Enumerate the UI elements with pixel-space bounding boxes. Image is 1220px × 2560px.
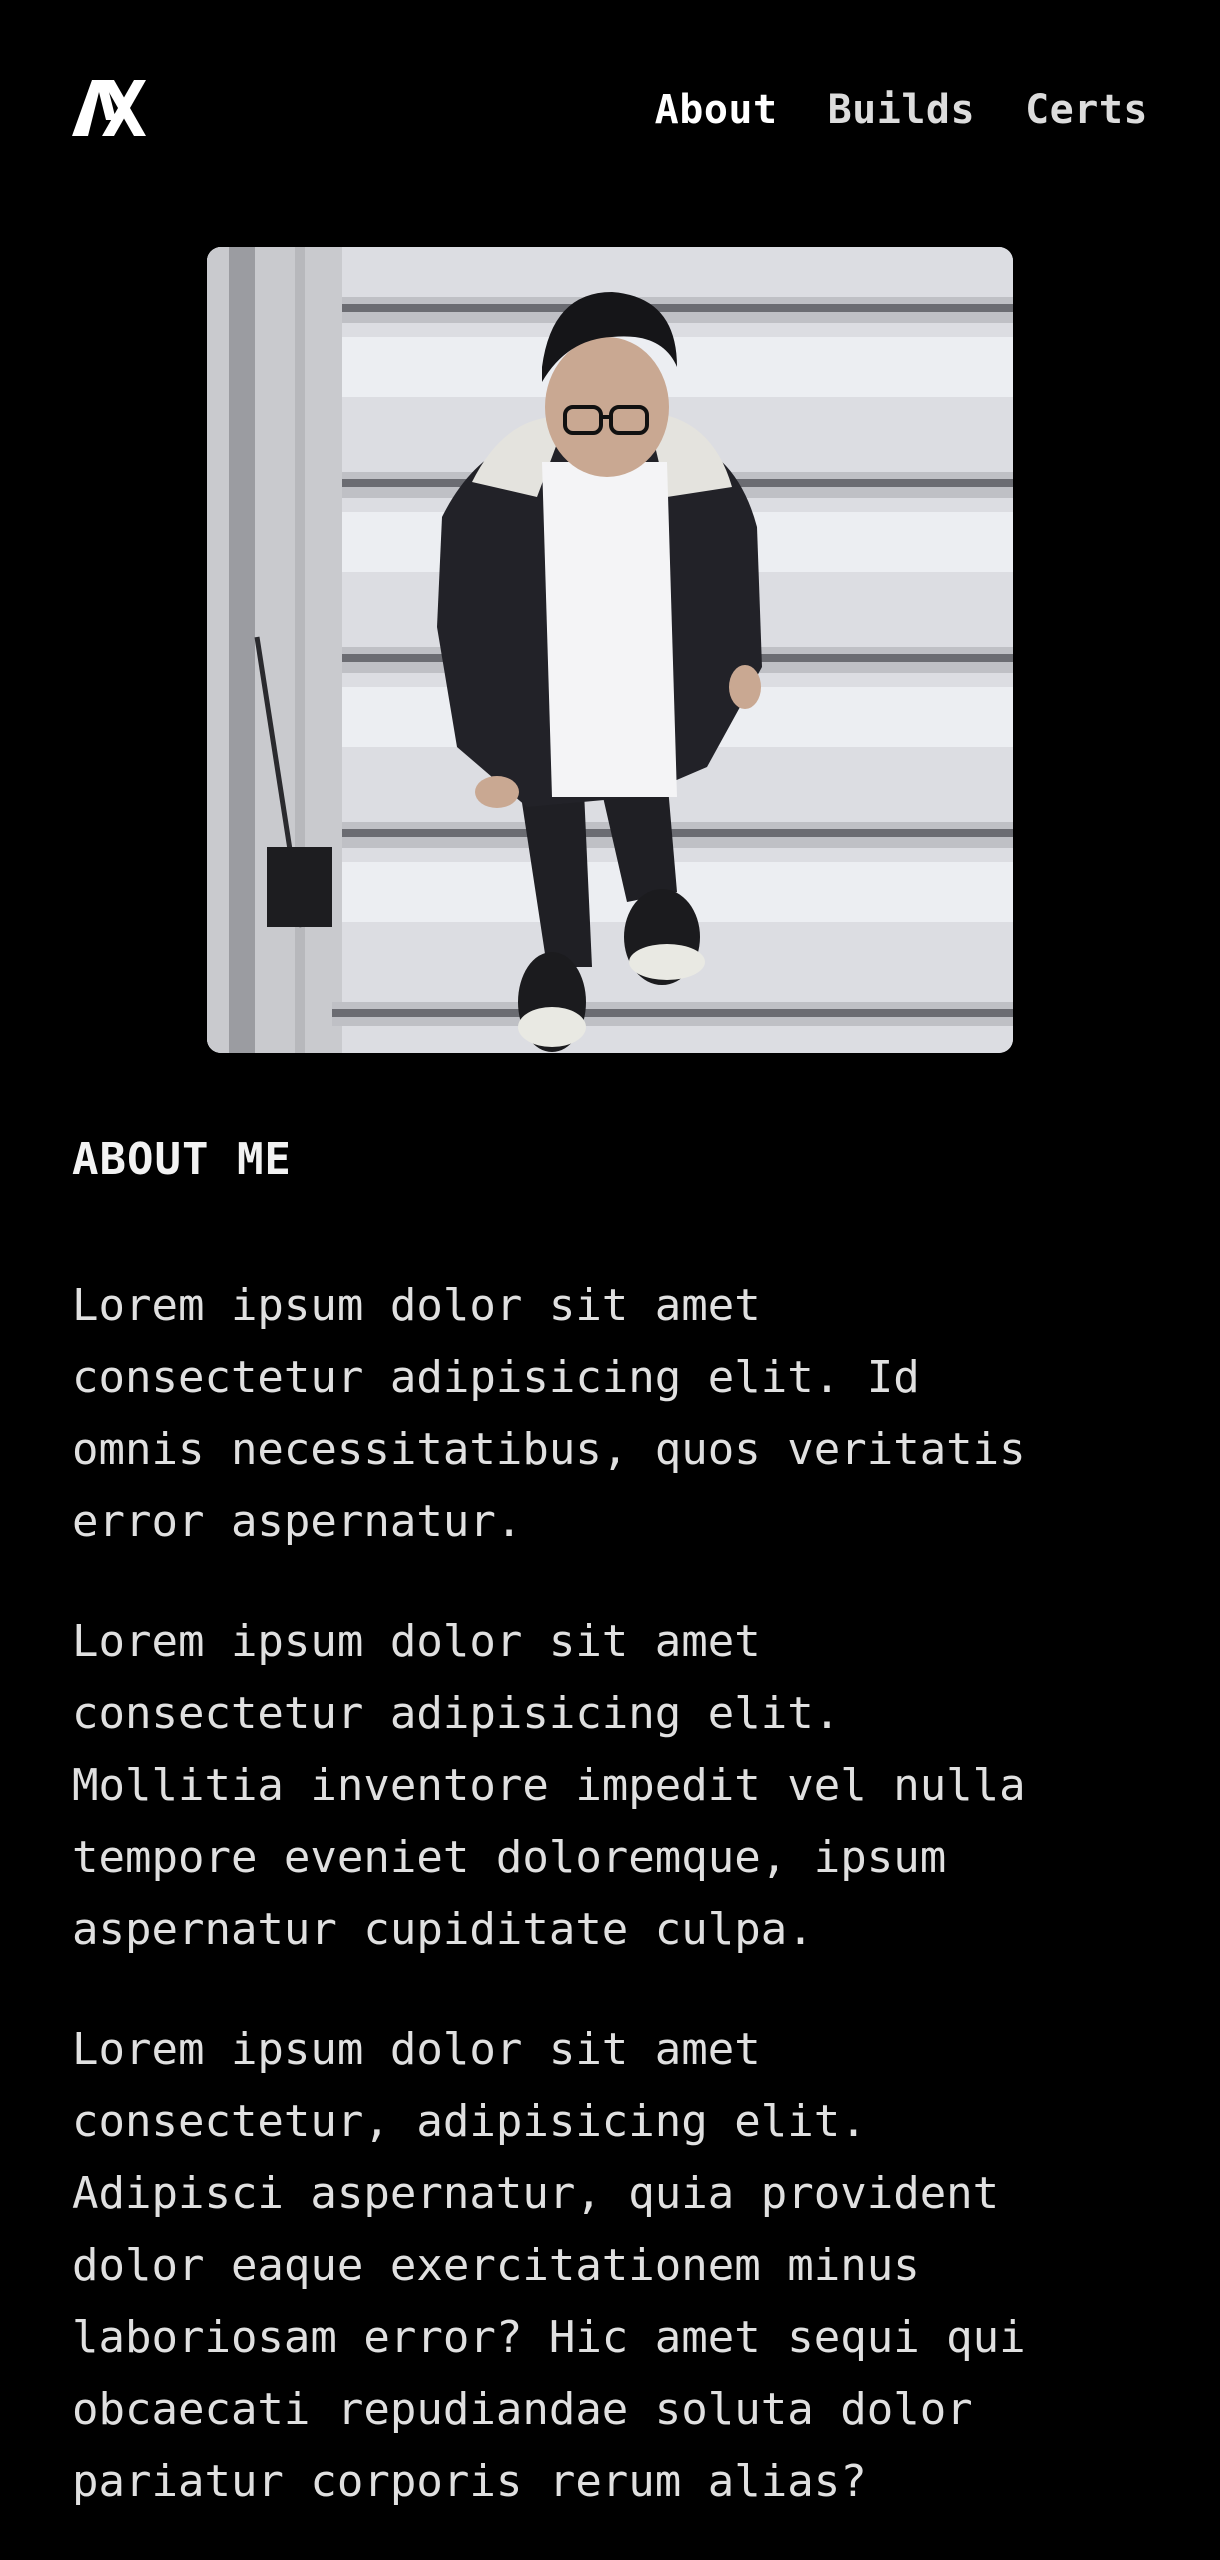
home-logo-link[interactable] [72, 80, 146, 140]
nav-link-about[interactable]: About [655, 87, 778, 133]
about-paragraph-2: Lorem ipsum dolor sit amet consectetur a… [72, 1616, 1026, 1955]
site-header: About Builds Certs [72, 70, 1148, 150]
main-nav: About Builds Certs [655, 87, 1148, 133]
nav-link-certs[interactable]: Certs [1025, 87, 1148, 133]
about-paragraph-3: Lorem ipsum dolor sit amet consectetur, … [72, 2024, 1026, 2507]
about-paragraph-1: Lorem ipsum dolor sit amet consectetur a… [72, 1280, 1026, 1547]
ax-monogram-icon [72, 80, 146, 136]
profile-photo [207, 247, 1013, 1053]
profile-photo-image [207, 247, 1013, 1053]
nav-link-builds[interactable]: Builds [828, 87, 976, 133]
about-title: ABOUT ME [72, 1134, 292, 1185]
